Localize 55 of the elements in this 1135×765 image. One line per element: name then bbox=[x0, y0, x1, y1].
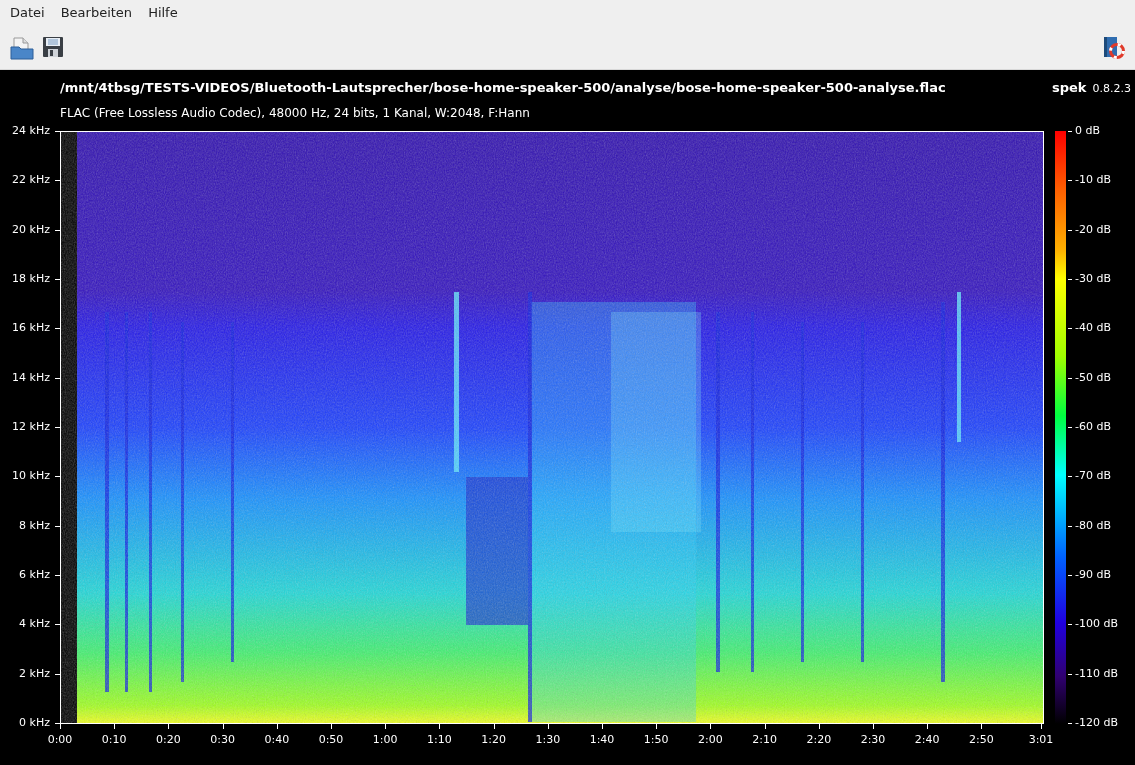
frequency-label: 6 kHz bbox=[18, 568, 50, 582]
time-label: 1:00 bbox=[371, 733, 399, 747]
decibel-label: 0 dB bbox=[1075, 124, 1101, 138]
decibel-label: -20 dB bbox=[1075, 222, 1111, 237]
frequency-label: 12 kHz bbox=[11, 420, 50, 434]
frequency-label: 22 kHz bbox=[11, 173, 50, 188]
decibel-label: -120 dB bbox=[1075, 716, 1118, 730]
menu-item[interactable]: Hilfe bbox=[142, 3, 184, 23]
decibel-label: -30 dB bbox=[1075, 272, 1111, 286]
time-label: 1:20 bbox=[480, 733, 507, 747]
time-label: 1:10 bbox=[426, 733, 453, 747]
menu-item[interactable]: Datei bbox=[4, 3, 51, 23]
time-label: 0:00 bbox=[46, 733, 74, 747]
time-label: 0:20 bbox=[155, 733, 182, 747]
frequency-label: 4 kHz bbox=[18, 617, 50, 632]
frequency-label: 24 kHz bbox=[11, 124, 50, 138]
frequency-label: 2 kHz bbox=[18, 666, 50, 681]
time-label: 0:10 bbox=[100, 733, 128, 747]
time-label: 1:40 bbox=[588, 733, 616, 747]
app-name: spek bbox=[1052, 79, 1087, 98]
menu-item[interactable]: Bearbeiten bbox=[54, 3, 139, 23]
time-label: 1:50 bbox=[642, 733, 670, 747]
decibel-label: -80 dB bbox=[1075, 518, 1111, 533]
open-file-icon[interactable] bbox=[10, 35, 34, 60]
time-label: 2:20 bbox=[805, 733, 833, 747]
time-label: 0:50 bbox=[317, 733, 345, 747]
frequency-label: 10 kHz bbox=[11, 469, 50, 484]
time-label: 0:30 bbox=[209, 733, 236, 747]
time-label: 2:40 bbox=[913, 733, 941, 747]
file-info: FLAC (Free Lossless Audio Codec), 48000 Hz, 24 bits, 1 Kanal, W:2048, F:Hann bbox=[60, 105, 530, 122]
decibel-label: -60 dB bbox=[1075, 420, 1111, 434]
time-label: 2:30 bbox=[859, 733, 887, 747]
time-label: 1:30 bbox=[534, 733, 562, 747]
time-label: 0:40 bbox=[263, 733, 291, 747]
frequency-label: 16 kHz bbox=[11, 321, 50, 336]
app-version: 0.8.2.3 bbox=[1092, 81, 1131, 98]
decibel-label: -40 dB bbox=[1075, 321, 1111, 336]
frequency-label: 20 kHz bbox=[11, 222, 50, 237]
decibel-label: -50 dB bbox=[1075, 370, 1111, 385]
frequency-label: 18 kHz bbox=[11, 272, 50, 286]
time-label: 3:01 bbox=[1027, 733, 1055, 747]
decibel-label: -70 dB bbox=[1075, 469, 1111, 484]
decibel-label: -10 dB bbox=[1075, 173, 1111, 188]
frequency-label: 8 kHz bbox=[18, 518, 50, 533]
decibel-label: -90 dB bbox=[1075, 568, 1111, 582]
file-path: /mnt/4tbsg/TESTS-VIDEOS/Bluetooth-Lautsprecher/bose-home-speaker-500/analyse/bose-home-speaker-500-analyse.flac bbox=[60, 79, 946, 98]
time-label: 2:10 bbox=[751, 733, 778, 747]
time-label: 2:50 bbox=[968, 733, 995, 747]
decibel-label: -110 dB bbox=[1075, 666, 1118, 681]
frequency-label: 0 kHz bbox=[18, 716, 50, 730]
save-icon[interactable] bbox=[42, 35, 64, 58]
decibel-label: -100 dB bbox=[1075, 617, 1118, 632]
time-label: 2:00 bbox=[697, 733, 724, 747]
help-icon[interactable] bbox=[1103, 35, 1125, 60]
frequency-label: 14 kHz bbox=[11, 370, 50, 385]
